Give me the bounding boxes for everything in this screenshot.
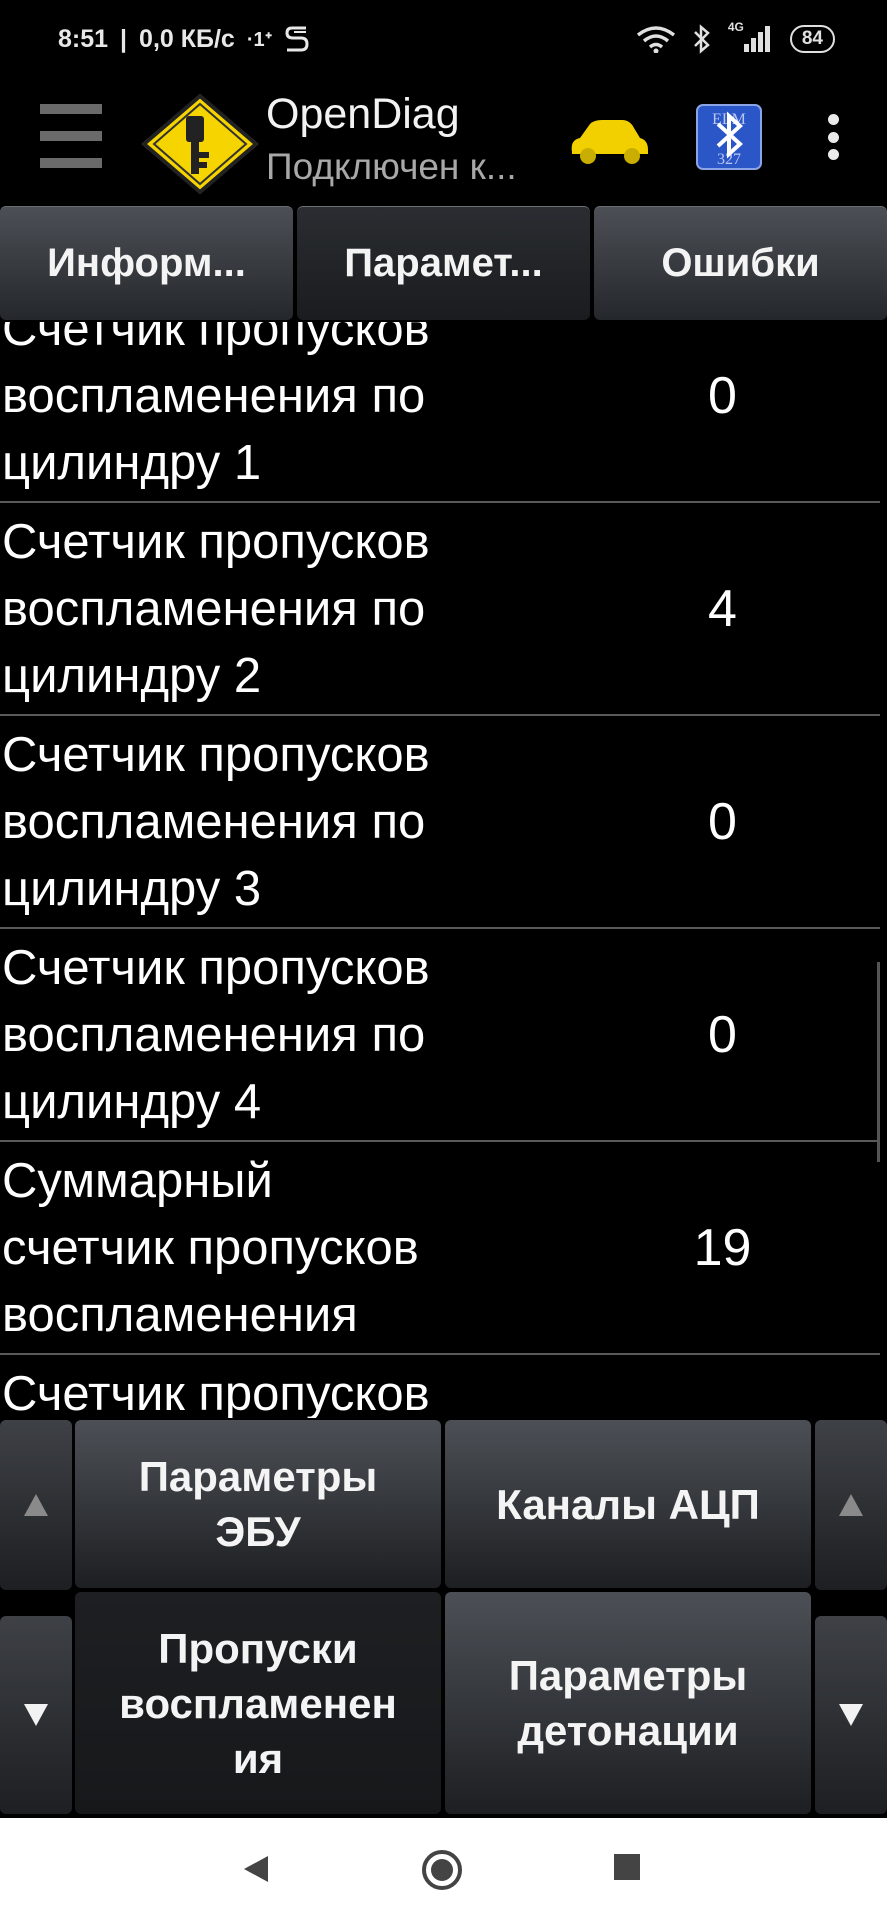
group-buttons: Параметры ЭБУ Каналы АЦП Пропуски воспла… (0, 1418, 887, 1818)
parameter-value (610, 1355, 835, 1418)
tab-info[interactable]: Информ... (0, 206, 293, 320)
signal-icon: 4G (728, 20, 774, 54)
bluetooth-status-icon (693, 24, 710, 54)
status-network-speed: 0,0 КБ/с (139, 24, 235, 53)
status-right: 4G 84 (636, 20, 835, 54)
triangle-up-icon (839, 1494, 863, 1516)
tab-errors[interactable]: Ошибки (594, 206, 887, 320)
parameter-value: 0 (708, 792, 737, 851)
battery-indicator: 84 (789, 25, 835, 53)
app-title: OpenDiag (266, 90, 460, 138)
parameter-value: 0 (708, 366, 737, 425)
s-app-icon (285, 26, 309, 52)
system-nav-bar (0, 1818, 887, 1920)
status-bar: 8:51 | 0,0 КБ/с ·1ᐩ 4G 84 (0, 0, 887, 84)
scroll-down-left-button[interactable] (0, 1616, 72, 1814)
knock-params-button[interactable]: Параметры детонации (445, 1592, 811, 1814)
back-icon[interactable] (240, 1852, 274, 1886)
status-divider: | (120, 24, 128, 53)
menu-icon[interactable] (40, 104, 102, 168)
app-bar: OpenDiag Подключен к... ELM 327 (0, 84, 887, 206)
list-scrollbar[interactable] (877, 962, 880, 1162)
connection-status: Подключен к... (266, 146, 517, 187)
status-time: 8:51 (58, 24, 109, 53)
tab-parameters[interactable]: Парамет... (297, 206, 590, 320)
parameter-value: 19 (693, 1218, 752, 1277)
overflow-menu-icon[interactable] (826, 114, 840, 160)
parameter-list[interactable]: Счетчик пропусков воспламенения по цилин… (0, 322, 880, 1418)
scroll-up-right-button[interactable] (815, 1420, 887, 1590)
status-left: 8:51 | 0,0 КБ/с ·1ᐩ (58, 24, 310, 54)
list-item: Суммарный счетчик пропусков воспламенени… (0, 1142, 880, 1355)
scroll-down-right-button[interactable] (815, 1616, 887, 1814)
parameter-name: Счетчик пропусков воспламенения по цилин… (2, 322, 430, 490)
tab-bar: Информ... Парамет... Ошибки (0, 206, 887, 322)
data-transfer-icon: ·1ᐩ (246, 28, 273, 51)
home-icon[interactable] (420, 1848, 464, 1892)
car-icon[interactable] (568, 114, 650, 168)
list-item: Счетчик пропусков воспламенения по цилин… (0, 322, 880, 503)
bluetooth-elm-icon[interactable]: ELM 327 (696, 104, 762, 170)
parameter-name: Счетчик пропусков (2, 1367, 430, 1418)
adc-channels-button[interactable]: Каналы АЦП (445, 1420, 811, 1588)
parameter-name: Счетчик пропусков воспламенения по цилин… (2, 515, 430, 703)
ecu-params-button[interactable]: Параметры ЭБУ (75, 1420, 441, 1588)
parameter-name: Счетчик пропусков воспламенения по цилин… (2, 941, 430, 1129)
triangle-up-icon (24, 1494, 48, 1516)
recents-icon[interactable] (612, 1852, 642, 1882)
list-item: Счетчик пропусков воспламенения по цилин… (0, 503, 880, 716)
wifi-icon (636, 26, 675, 53)
parameter-name: Суммарный счетчик пропусков воспламенени… (2, 1154, 419, 1342)
triangle-down-icon (24, 1704, 48, 1726)
parameter-value: 0 (708, 1005, 737, 1064)
list-item: Счетчик пропусков воспламенения по цилин… (0, 929, 880, 1142)
parameter-name: Счетчик пропусков воспламенения по цилин… (2, 728, 430, 916)
list-item: Счетчик пропусков (0, 1355, 880, 1418)
triangle-down-icon (839, 1704, 863, 1726)
list-item: Счетчик пропусков воспламенения по цилин… (0, 716, 880, 929)
parameter-value: 4 (708, 579, 737, 638)
scroll-up-left-button[interactable] (0, 1420, 72, 1590)
app-logo-icon (140, 93, 260, 195)
misfires-button[interactable]: Пропуски воспламенен ия (75, 1592, 441, 1814)
